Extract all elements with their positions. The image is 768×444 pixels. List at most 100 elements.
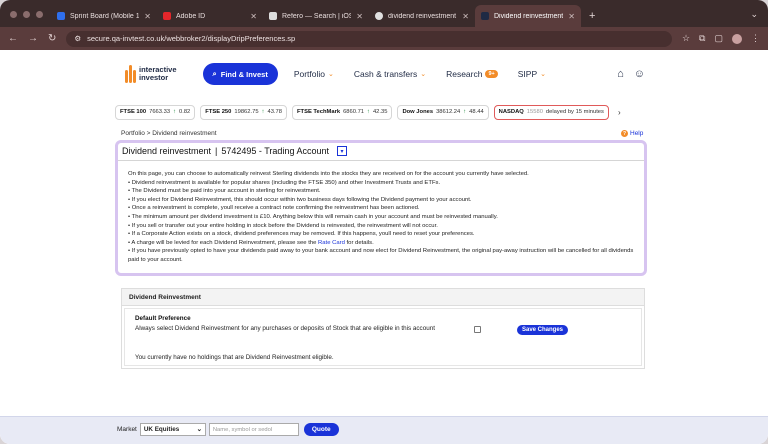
list-item: • A charge will be levied for each Divid… <box>128 239 374 246</box>
chevron-down-icon: ⌄ <box>328 71 334 78</box>
tab-label: Refero — Search | iOS | <box>282 12 352 20</box>
browser-tab-bar: Sprint Board (Mobile 1) - Agi ✕ Adobe ID… <box>0 0 768 27</box>
bookmark-star-icon[interactable]: ☆ <box>682 33 690 44</box>
up-arrow-icon: ↑ <box>173 109 176 115</box>
market-select[interactable]: UK Equities ⌄ <box>139 423 206 436</box>
sidebar-icon[interactable]: ▢ <box>714 33 723 44</box>
no-holdings-message: You currently have no holdings that are … <box>135 354 334 361</box>
chevron-down-icon: ⌄ <box>420 71 427 78</box>
account-select-chevron-icon[interactable]: ▾ <box>336 146 347 156</box>
tab-favicon-icon <box>481 12 489 20</box>
tab-label: Adobe ID <box>176 12 206 20</box>
site-header: interactive investor ⌕ Find & Invest Por… <box>125 58 645 90</box>
url-field[interactable]: ⚙ secure.qa-invtest.co.uk/webbroker2/dis… <box>66 30 672 47</box>
maximize-window-button[interactable] <box>36 11 43 18</box>
preference-panel: Default Preference Always select Dividen… <box>124 308 642 366</box>
browser-menu-icon[interactable]: ⋮ <box>751 33 760 44</box>
box-heading: Dividend Reinvestment <box>122 289 644 306</box>
close-window-button[interactable] <box>10 11 17 18</box>
new-tab-button[interactable]: + <box>581 10 603 27</box>
symbol-search-input[interactable]: Name, symbol or sedol <box>208 423 299 436</box>
market-label: Market <box>117 426 137 433</box>
close-tab-icon[interactable]: ✕ <box>356 12 363 21</box>
notifications-icon[interactable]: ⌂ <box>617 68 624 80</box>
logo-text: interactive investor <box>139 65 177 82</box>
reload-icon[interactable]: ↻ <box>48 33 56 44</box>
nav-portfolio[interactable]: Portfolio ⌄ <box>294 69 334 79</box>
research-count-badge: 9+ <box>485 70 498 78</box>
header-icons: ⌂ ☺ <box>617 68 645 80</box>
help-icon: ? <box>621 130 628 137</box>
list-item: • Dividend reinvestment is available for… <box>128 179 441 186</box>
rate-card-link[interactable]: Rate Card <box>318 240 345 246</box>
market-ticker: FTSE 100 7663.33 ↑ 0.82 FTSE 250 19862.75 ↑… <box>115 102 650 122</box>
main-nav: Portfolio ⌄ Cash & transfers ⌄ Research … <box>294 69 546 79</box>
dividend-info-panel: Dividend reinvestment | 5742495 - Tradin… <box>115 140 647 276</box>
extensions-icon[interactable]: ⧉ <box>699 33 705 44</box>
list-item: • The minimum amount per dividend invest… <box>128 213 498 220</box>
tab-label: Sprint Board (Mobile 1) - Agi <box>70 12 140 20</box>
default-preference-text: Always select Dividend Reinvestment for … <box>135 325 435 332</box>
ticker-item[interactable]: FTSE 100 7663.33 ↑ 0.82 <box>115 104 196 120</box>
address-bar: ← → ↻ ⚙ secure.qa-invtest.co.uk/webbroke… <box>0 27 768 50</box>
close-tab-icon[interactable]: ✕ <box>144 12 151 21</box>
browser-tab-active[interactable]: Dividend reinvestment ✕ <box>475 5 581 27</box>
default-preference-checkbox[interactable] <box>474 326 481 333</box>
find-invest-button[interactable]: ⌕ Find & Invest <box>202 63 278 85</box>
browser-tab[interactable]: Adobe ID ✕ <box>157 5 263 27</box>
list-item: • If you sell or transfer out your entir… <box>128 222 438 229</box>
breadcrumb: Portfolio > Dividend reinvestment <box>121 130 217 137</box>
ticker-item[interactable]: Dow Jones 38612.24 ↑ 48.44 <box>397 104 489 120</box>
ticker-item[interactable]: FTSE 250 19862.75 ↑ 43.78 <box>200 104 287 120</box>
chevron-down-icon: ⌄ <box>540 71 546 78</box>
save-changes-button[interactable]: Save Changes <box>517 325 569 335</box>
divider <box>118 160 644 161</box>
close-tab-icon[interactable]: ✕ <box>568 12 575 21</box>
info-list: • Dividend reinvestment is available for… <box>128 179 636 265</box>
quote-bar: Market UK Equities ⌄ Name, symbol or sed… <box>0 416 768 444</box>
list-item: • If you elect for Dividend Reinvestment… <box>128 196 472 203</box>
tab-favicon-icon <box>163 12 171 20</box>
logo-mark-icon <box>125 65 136 83</box>
minimize-window-button[interactable] <box>23 11 30 18</box>
tab-label: dividend reinvestment app <box>388 12 457 20</box>
nav-research[interactable]: Research 9+ <box>446 69 498 79</box>
ticker-item-nasdaq[interactable]: NASDAQ 15580 delayed by 15 minutes <box>493 104 609 120</box>
help-link[interactable]: ? Help <box>621 130 643 137</box>
info-text: On this page, you can choose to automati… <box>128 170 636 265</box>
quote-search: Market UK Equities ⌄ Name, symbol or sed… <box>117 423 339 436</box>
account-user-icon[interactable]: ☺ <box>634 68 645 80</box>
browser-window: Sprint Board (Mobile 1) - Agi ✕ Adobe ID… <box>0 0 768 444</box>
close-tab-icon[interactable]: ✕ <box>462 12 469 21</box>
up-arrow-icon: ↑ <box>261 109 265 115</box>
ticker-item[interactable]: FTSE TechMark 6860.71 ↑ 42.35 <box>292 104 393 120</box>
default-preference-title: Default Preference <box>135 315 191 322</box>
nav-cash-transfers[interactable]: Cash & transfers ⌄ <box>354 69 426 79</box>
browser-tab[interactable]: dividend reinvestment app ✕ <box>369 5 475 27</box>
tab-favicon-icon <box>375 12 383 20</box>
profile-avatar[interactable] <box>732 33 742 44</box>
chevron-down-icon: ⌄ <box>196 426 202 433</box>
browser-tab[interactable]: Sprint Board (Mobile 1) - Agi ✕ <box>51 5 157 27</box>
tab-label: Dividend reinvestment <box>494 12 564 20</box>
window-controls <box>0 11 51 27</box>
page-content: interactive investor ⌕ Find & Invest Por… <box>0 50 768 444</box>
quote-button[interactable]: Quote <box>303 423 339 436</box>
site-logo[interactable]: interactive investor <box>125 65 177 83</box>
tab-favicon-icon <box>269 12 277 20</box>
ticker-next-icon[interactable]: › <box>618 108 621 117</box>
list-item: • If you have previously opted to have y… <box>128 248 634 263</box>
forward-arrow-icon[interactable]: → <box>28 33 38 44</box>
dividend-reinvestment-box: Dividend Reinvestment Default Preference… <box>121 288 645 369</box>
browser-tab[interactable]: Refero — Search | iOS | ✕ <box>263 5 369 27</box>
page-title: Dividend reinvestment | 5742495 - Tradin… <box>122 146 347 156</box>
list-item: • The Dividend must be paid into your ac… <box>128 188 321 195</box>
close-tab-icon[interactable]: ✕ <box>250 12 257 21</box>
up-arrow-icon: ↑ <box>367 109 370 115</box>
back-arrow-icon[interactable]: ← <box>8 33 18 44</box>
site-info-icon[interactable]: ⚙ <box>74 34 81 43</box>
tab-search-icon[interactable]: ⌄ <box>740 9 768 27</box>
url-text: secure.qa-invtest.co.uk/webbroker2/displ… <box>87 34 296 43</box>
nav-sipp[interactable]: SIPP ⌄ <box>518 69 546 79</box>
browser-actions: ☆ ⧉ ▢ ⋮ <box>682 33 760 44</box>
